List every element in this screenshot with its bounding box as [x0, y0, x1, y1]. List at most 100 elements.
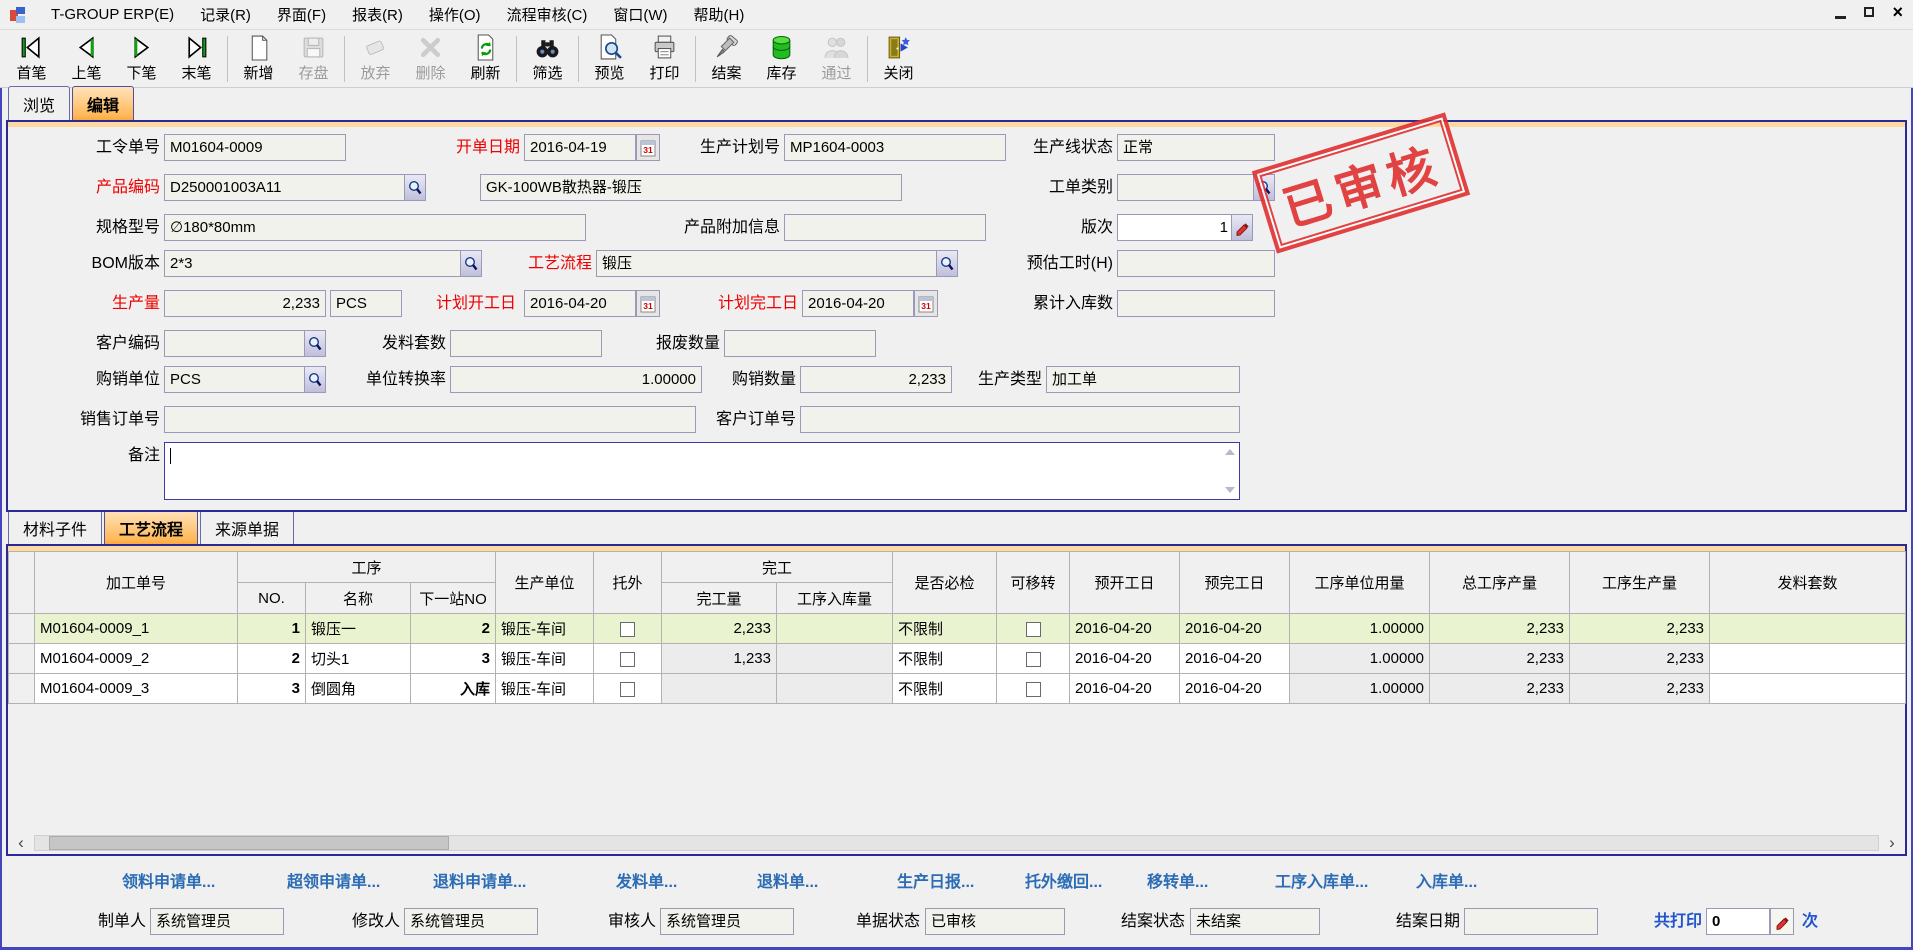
tab-source-docs[interactable]: 来源单据: [200, 510, 294, 544]
cell-issue-sets[interactable]: [1710, 614, 1906, 644]
menu-interface[interactable]: 界面(F): [264, 1, 339, 28]
scroll-down-icon[interactable]: [1225, 487, 1235, 493]
cell-no[interactable]: 2: [238, 644, 306, 674]
cell-in-qty[interactable]: [777, 614, 893, 644]
cell-pre-finish[interactable]: 2016-04-20: [1180, 614, 1290, 644]
menu-operations[interactable]: 操作(O): [416, 1, 494, 28]
close-icon[interactable]: ×: [1892, 5, 1903, 19]
cell-order[interactable]: M01604-0009_3: [35, 674, 238, 704]
menu-window[interactable]: 窗口(W): [600, 1, 680, 28]
lookup-icon[interactable]: [404, 175, 425, 200]
cell-pre-finish[interactable]: 2016-04-20: [1180, 644, 1290, 674]
last-record-button[interactable]: 末笔: [169, 32, 224, 86]
menu-app[interactable]: T-GROUP ERP(E): [38, 3, 187, 26]
minimize-icon[interactable]: [1835, 16, 1846, 19]
plan-start-field[interactable]: 2016-04-20: [524, 290, 636, 317]
cell-inspect[interactable]: 不限制: [893, 674, 997, 704]
sales-order-field[interactable]: [164, 406, 696, 433]
exit-button[interactable]: 关闭: [871, 32, 926, 86]
next-record-button[interactable]: 下笔: [114, 32, 169, 86]
cell-order[interactable]: M01604-0009_2: [35, 644, 238, 674]
outsource-checkbox[interactable]: [620, 652, 635, 667]
new-button[interactable]: 新增: [231, 32, 286, 86]
cell-inspect[interactable]: 不限制: [893, 614, 997, 644]
cell-inspect[interactable]: 不限制: [893, 644, 997, 674]
cell-pre-finish[interactable]: 2016-04-20: [1180, 674, 1290, 704]
qty-field[interactable]: 2,233: [164, 290, 326, 317]
open-date-field[interactable]: 2016-04-19: [524, 134, 636, 161]
link-over-request[interactable]: 超领申请单...: [287, 868, 380, 892]
work-order-field[interactable]: M01604-0009: [164, 134, 346, 161]
tab-process-flow[interactable]: 工艺流程: [104, 510, 198, 544]
menu-reports[interactable]: 报表(R): [339, 1, 416, 28]
cell-next[interactable]: 2: [411, 614, 496, 644]
menu-help[interactable]: 帮助(H): [681, 1, 758, 28]
cell-total-output[interactable]: 2,233: [1430, 674, 1570, 704]
link-outsource-return[interactable]: 托外缴回...: [1025, 868, 1102, 892]
edit-pencil-icon[interactable]: [1231, 215, 1252, 240]
scroll-right-icon[interactable]: ›: [1885, 833, 1899, 853]
cell-next[interactable]: 入库: [411, 674, 496, 704]
cell-issue-sets[interactable]: [1710, 644, 1906, 674]
link-transfer-doc[interactable]: 移转单...: [1147, 868, 1208, 892]
tab-edit[interactable]: 编辑: [72, 86, 134, 120]
sale-unit-field[interactable]: PCS: [164, 366, 326, 393]
scrollbar-thumb[interactable]: [49, 836, 449, 850]
remark-textarea[interactable]: [164, 442, 1240, 500]
est-hours-field[interactable]: [1117, 250, 1275, 277]
transfer-checkbox[interactable]: [1026, 622, 1041, 637]
cell-proc-output[interactable]: 2,233: [1570, 614, 1710, 644]
cell-proc-output[interactable]: 2,233: [1570, 674, 1710, 704]
cell-done-qty[interactable]: 1,233: [662, 644, 777, 674]
refresh-button[interactable]: 刷新: [458, 32, 513, 86]
extra-info-field[interactable]: [784, 214, 986, 241]
link-return-request[interactable]: 退料申请单...: [433, 868, 526, 892]
row-selector[interactable]: [9, 614, 35, 644]
issue-sets-field[interactable]: [450, 330, 602, 357]
link-warehouse-in-doc[interactable]: 入库单...: [1416, 868, 1477, 892]
cell-unit-usage[interactable]: 1.00000: [1290, 674, 1430, 704]
scrap-qty-field[interactable]: [724, 330, 876, 357]
cell-total-output[interactable]: 2,233: [1430, 614, 1570, 644]
cell-done-qty[interactable]: 2,233: [662, 614, 777, 644]
print-count-field[interactable]: 0: [1706, 908, 1770, 935]
remark-scroll[interactable]: [1223, 445, 1237, 497]
print-button[interactable]: 打印: [637, 32, 692, 86]
lookup-icon[interactable]: [936, 251, 957, 276]
outsource-checkbox[interactable]: [620, 682, 635, 697]
customer-order-field[interactable]: [800, 406, 1240, 433]
restore-icon[interactable]: [1864, 7, 1874, 17]
transfer-checkbox[interactable]: [1026, 652, 1041, 667]
cell-unit[interactable]: 锻压-车间: [496, 614, 594, 644]
link-material-request[interactable]: 领料申请单...: [122, 868, 215, 892]
calendar-icon[interactable]: 31: [914, 290, 938, 317]
outsource-checkbox[interactable]: [620, 622, 635, 637]
cell-unit[interactable]: 锻压-车间: [496, 644, 594, 674]
cell-name[interactable]: 倒圆角: [306, 674, 411, 704]
customer-code-field[interactable]: [164, 330, 326, 357]
cell-name[interactable]: 锻压一: [306, 614, 411, 644]
filter-button[interactable]: 筛选: [520, 32, 575, 86]
row-selector[interactable]: [9, 644, 35, 674]
product-code-field[interactable]: D250001003A11: [164, 174, 426, 201]
cell-proc-output[interactable]: 2,233: [1570, 644, 1710, 674]
cell-in-qty[interactable]: [777, 674, 893, 704]
version-field[interactable]: 1: [1117, 214, 1253, 241]
cell-pre-start[interactable]: 2016-04-20: [1070, 614, 1180, 644]
link-daily-report[interactable]: 生产日报...: [897, 868, 974, 892]
cell-unit-usage[interactable]: 1.00000: [1290, 644, 1430, 674]
order-type-field[interactable]: [1117, 174, 1275, 201]
plan-finish-field[interactable]: 2016-04-20: [802, 290, 914, 317]
tab-materials[interactable]: 材料子件: [8, 510, 102, 544]
first-record-button[interactable]: 首笔: [4, 32, 59, 86]
cell-no[interactable]: 3: [238, 674, 306, 704]
scrollbar-track[interactable]: [34, 835, 1879, 851]
process-flow-field[interactable]: 锻压: [596, 250, 958, 277]
row-selector[interactable]: [9, 674, 35, 704]
cell-in-qty[interactable]: [777, 644, 893, 674]
line-status-field[interactable]: 正常: [1117, 134, 1275, 161]
link-return-doc[interactable]: 退料单...: [757, 868, 818, 892]
cell-issue-sets[interactable]: [1710, 674, 1906, 704]
cell-pre-start[interactable]: 2016-04-20: [1070, 644, 1180, 674]
cell-unit[interactable]: 锻压-车间: [496, 674, 594, 704]
